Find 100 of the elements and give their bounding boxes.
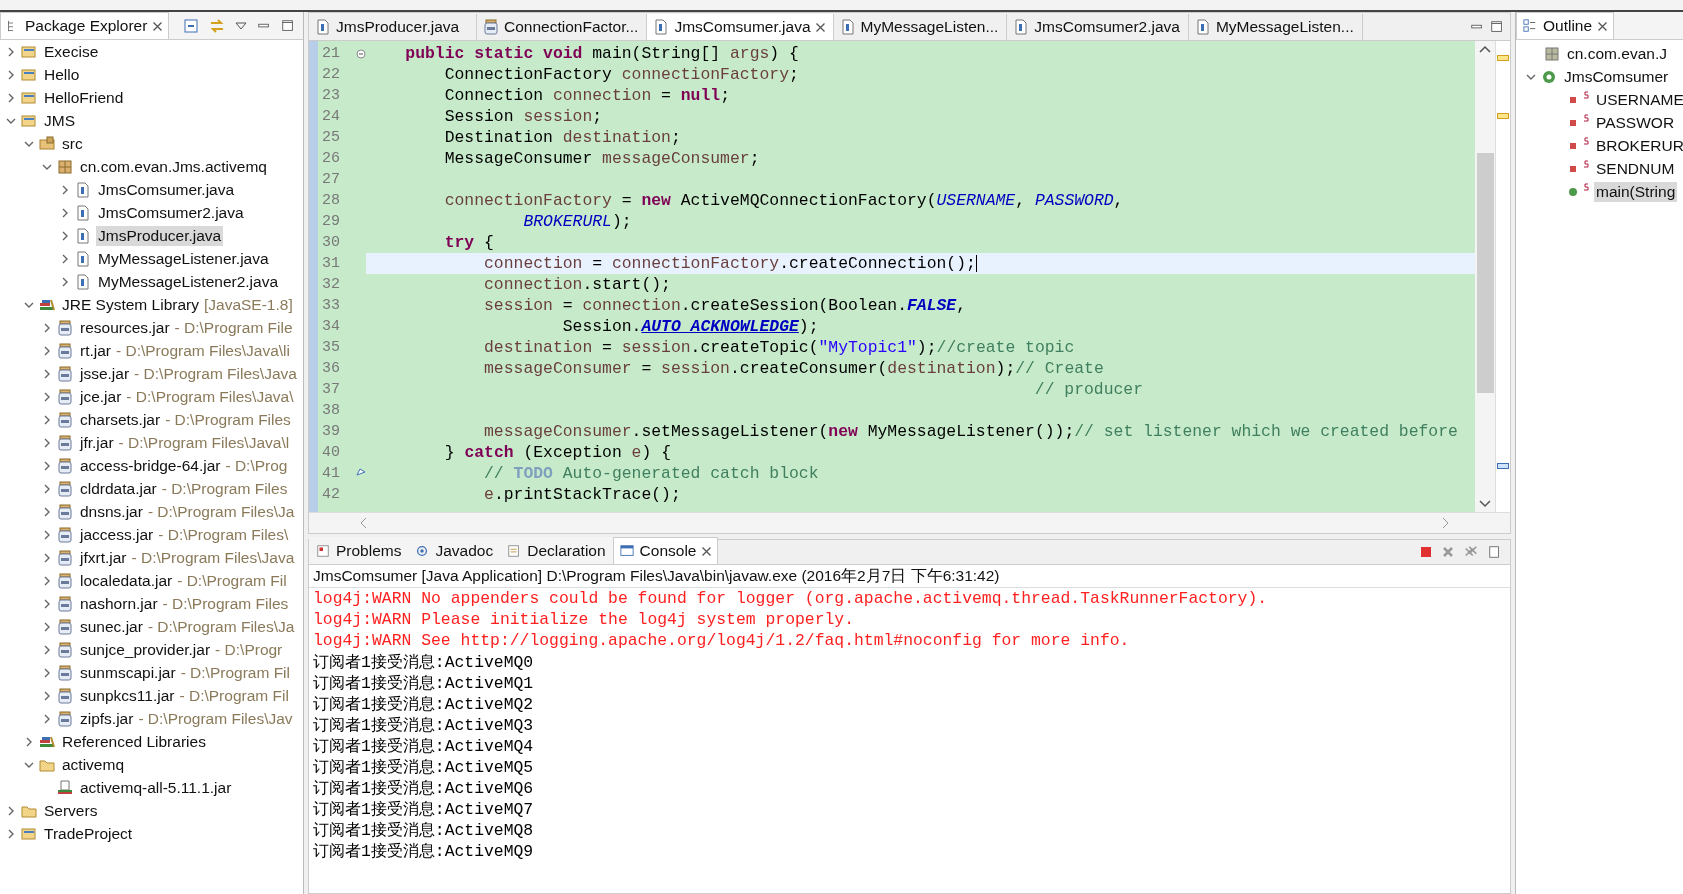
tree-item[interactable]: MyMessageListener.java: [96, 248, 271, 269]
code-token: destination: [562, 128, 671, 147]
tree-item[interactable]: JmsProducer.java: [96, 225, 224, 246]
console-title: JmsComsumer [Java Application] D:\Program Files\Java\bin\javaw.exe (2016年2月7日 下午6:31:42): [309, 565, 1510, 588]
tree-item[interactable]: rt.jar: [78, 340, 113, 361]
code-token: connectionFactory: [611, 254, 780, 273]
code-token: ) {: [769, 44, 799, 63]
code-token: main(String[]: [591, 44, 722, 63]
outline-item[interactable]: USERNAME: [1594, 89, 1683, 110]
tree-item[interactable]: JMS: [42, 110, 77, 131]
code-token: connection: [582, 296, 681, 315]
horizontal-scrollbar[interactable]: [309, 512, 1510, 533]
code-token: ConnectionFactory: [443, 65, 613, 84]
item-detail: - D:\Program Files: [161, 479, 288, 498]
static-icon: [1583, 159, 1589, 170]
code-token: Auto-generated catch block: [561, 464, 819, 483]
project-icon: [21, 112, 37, 129]
console-icon: [619, 544, 634, 558]
outline-item[interactable]: cn.com.evan.J: [1565, 43, 1669, 64]
java-file-icon: [75, 204, 91, 221]
console-line: 订阅者1接受消息:ActiveMQ4: [312, 735, 535, 756]
java-file-icon: [1194, 19, 1211, 35]
tab-label[interactable]: JmsComsumer.java: [674, 18, 811, 36]
tree-item[interactable]: sunpkcs11.jar: [78, 685, 177, 706]
item-detail: [JavaSE-1.8]: [203, 295, 293, 314]
package-icon: [57, 158, 73, 175]
code-token: // producer: [1033, 380, 1144, 399]
tree-item[interactable]: cldrdata.jar: [78, 478, 159, 499]
tree-item[interactable]: sunmscapi.jar: [78, 662, 178, 683]
code-token: PASSWORD: [1034, 191, 1114, 210]
tree-item[interactable]: zipfs.jar: [78, 708, 136, 729]
outline-item[interactable]: PASSWOR: [1594, 112, 1677, 133]
tab-label[interactable]: JmsComsumer2.java: [1034, 18, 1180, 36]
jar-icon: [57, 365, 73, 382]
tree-item[interactable]: jce.jar: [78, 386, 124, 407]
java-file-icon: [75, 227, 91, 244]
code-token: connectionFactory: [443, 191, 612, 210]
tree-item[interactable]: sunec.jar: [78, 616, 145, 637]
java-file-icon: [75, 250, 91, 267]
collapse-all-icon: [183, 18, 199, 34]
tree-item[interactable]: cn.com.evan.Jms.activemq: [78, 156, 269, 177]
editor-tab[interactable]: JmsComsumer.java: [647, 14, 834, 40]
line-number: 33: [322, 297, 340, 314]
warning-marker[interactable]: [1497, 55, 1509, 61]
code-token: destination: [483, 338, 593, 357]
tree-item[interactable]: Referenced Libraries: [60, 731, 208, 752]
tree-item[interactable]: jfxrt.jar: [78, 547, 129, 568]
tree-item[interactable]: nashorn.jar: [78, 593, 160, 614]
tree-item[interactable]: localedata.jar: [78, 570, 175, 591]
line-number: 29: [322, 213, 340, 230]
tab-label[interactable]: ConnectionFactor...: [504, 18, 639, 36]
outline-item[interactable]: main(String: [1594, 181, 1678, 202]
code-token: session: [523, 107, 593, 126]
tree-item[interactable]: jaccess.jar: [78, 524, 156, 545]
tree-item[interactable]: activemq-all-5.11.1.jar: [78, 777, 234, 798]
code-token: (Exception: [522, 443, 623, 462]
line-number: 34: [322, 318, 340, 335]
private-field-icon: [1568, 163, 1578, 174]
code-token: =: [601, 338, 613, 357]
java-file-icon: [75, 181, 91, 198]
code-token: ;: [592, 107, 603, 126]
tab-label[interactable]: MyMessageListen...: [860, 18, 999, 36]
task-marker[interactable]: [1497, 463, 1509, 469]
code-token: USERNAME: [936, 191, 1016, 210]
project-icon: [21, 43, 37, 60]
tree-item[interactable]: src: [60, 133, 85, 154]
fold-icon: [356, 48, 366, 59]
item-detail: - D:\Progr: [215, 640, 283, 659]
outline-item[interactable]: JmsComsumer: [1562, 66, 1671, 87]
tree-item[interactable]: sunjce_provider.jar: [78, 639, 213, 660]
tree-item[interactable]: Hello: [42, 64, 82, 85]
vertical-scrollbar[interactable]: [1475, 41, 1495, 512]
tree-item[interactable]: JmsComsumer2.java: [96, 202, 246, 223]
tree-item[interactable]: TradeProject: [42, 823, 135, 844]
tree-item[interactable]: Execise: [42, 41, 101, 62]
tree-item[interactable]: jfr.jar: [78, 432, 116, 453]
tree-item[interactable]: activemq: [60, 754, 127, 775]
tab-label[interactable]: JmsProducer.java: [336, 18, 460, 36]
outline-item[interactable]: BROKERUR: [1594, 135, 1683, 156]
tree-item[interactable]: access-bridge-64.jar: [78, 455, 223, 476]
stop-icon: [1420, 546, 1432, 558]
item-detail: - D:\Program Fil: [180, 663, 290, 682]
tab-label[interactable]: MyMessageListen...: [1215, 18, 1354, 36]
outline-item[interactable]: SENDNUM: [1594, 158, 1677, 179]
tree-item[interactable]: Servers: [42, 800, 100, 821]
code-token: connection: [552, 86, 652, 105]
tree-item[interactable]: JmsComsumer.java: [96, 179, 237, 200]
line-number: 36: [322, 360, 340, 377]
tree-item[interactable]: resources.jar: [78, 317, 172, 338]
warning-marker[interactable]: [1497, 113, 1509, 119]
tree-item[interactable]: dnsns.jar: [78, 501, 145, 522]
tree-item[interactable]: JRE System Library: [60, 294, 201, 315]
code-token: =: [620, 191, 633, 210]
tree-item[interactable]: HelloFriend: [42, 87, 126, 108]
code-token: Connection: [443, 86, 545, 105]
code-token: MessageConsumer: [443, 149, 594, 168]
tree-item[interactable]: MyMessageListener2.java: [96, 271, 281, 292]
tree-item[interactable]: jsse.jar: [78, 363, 132, 384]
tree-item[interactable]: charsets.jar: [78, 409, 163, 430]
line-number: 39: [322, 423, 340, 440]
